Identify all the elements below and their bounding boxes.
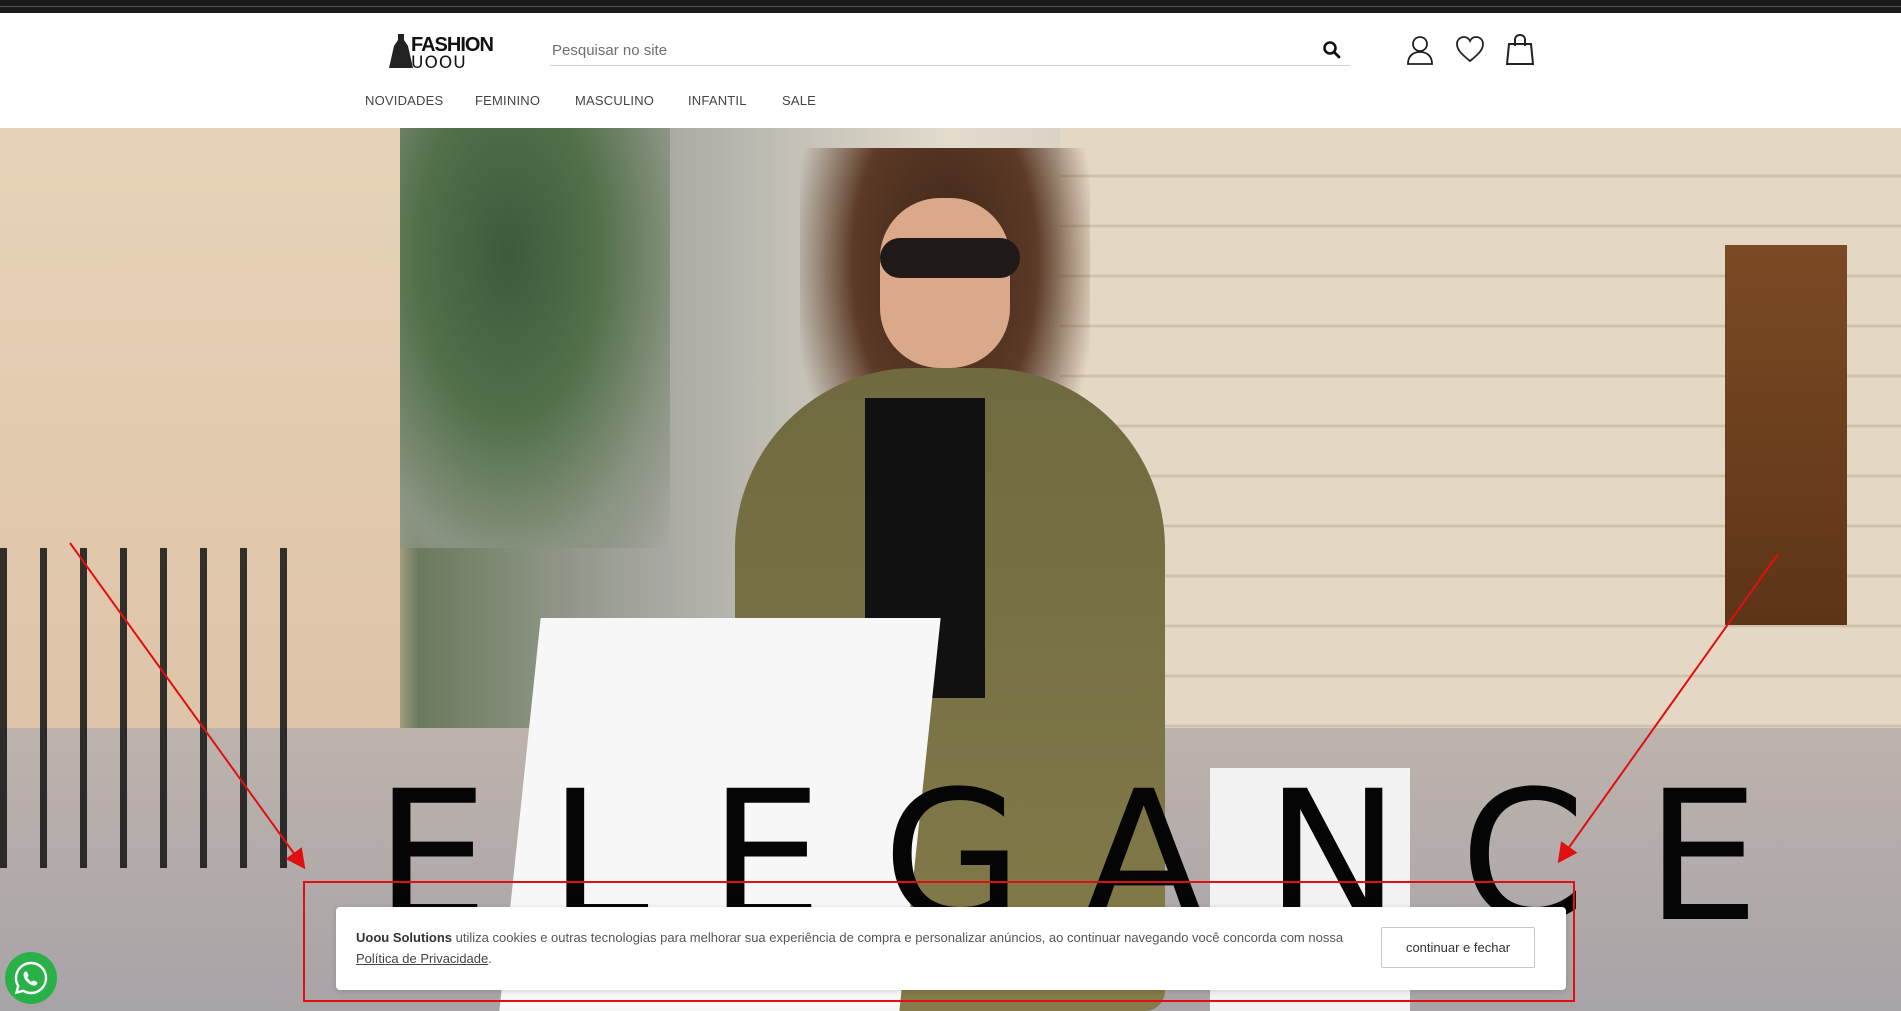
- site-header: FASHION UOOU NOVIDADES FEMININO MASCULIN…: [0, 13, 1901, 128]
- site-logo[interactable]: FASHION UOOU: [389, 31, 494, 73]
- hero-banner[interactable]: ELEGANCE: [0, 128, 1901, 1011]
- logo-text-uoou: UOOU: [411, 53, 467, 73]
- cookie-message: Uoou Solutions utiliza cookies e outras …: [356, 927, 1356, 969]
- cookie-brand: Uoou Solutions: [356, 930, 453, 945]
- top-bar: [0, 0, 1901, 13]
- privacy-policy-link[interactable]: Política de Privacidade: [356, 951, 488, 966]
- search-bar: [550, 35, 1350, 66]
- shopping-bag-icon[interactable]: [1505, 34, 1535, 66]
- nav-item-novidades[interactable]: NOVIDADES: [365, 93, 443, 108]
- hero-model-face: [880, 198, 1010, 368]
- hero-door: [1725, 245, 1847, 625]
- continue-and-close-button[interactable]: continuar e fechar: [1381, 927, 1535, 968]
- hero-trees: [400, 128, 670, 548]
- nav-item-infantil[interactable]: INFANTIL: [688, 93, 747, 108]
- cookie-banner: Uoou Solutions utiliza cookies e outras …: [336, 907, 1566, 990]
- whatsapp-icon: [14, 961, 48, 995]
- nav-item-sale[interactable]: SALE: [782, 93, 816, 108]
- nav-item-masculino[interactable]: MASCULINO: [575, 93, 654, 108]
- dress-icon: [389, 34, 413, 68]
- heart-icon[interactable]: [1455, 34, 1485, 66]
- hero-model-sunglasses: [880, 238, 1020, 278]
- cookie-text: utiliza cookies e outras tecnologias par…: [452, 930, 1344, 945]
- hero-fence: [0, 548, 310, 868]
- user-icon[interactable]: [1405, 34, 1435, 66]
- whatsapp-button[interactable]: [5, 952, 57, 1004]
- search-icon[interactable]: [1322, 40, 1342, 60]
- search-input[interactable]: [550, 37, 1294, 63]
- cookie-text-end: .: [488, 951, 492, 966]
- nav-item-feminino[interactable]: FEMININO: [475, 93, 540, 108]
